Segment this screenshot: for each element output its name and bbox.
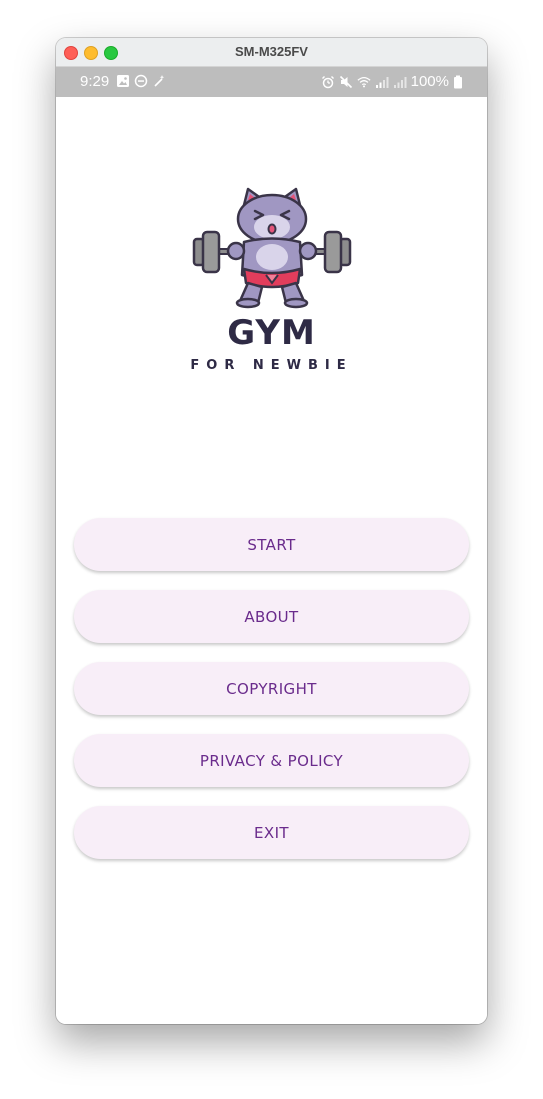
copyright-button[interactable]: COPYRIGHT — [74, 662, 469, 715]
brand-subtitle: FOR NEWBIE — [190, 358, 353, 373]
alarm-icon — [321, 75, 334, 88]
window-titlebar: SM-M325FV — [56, 38, 487, 67]
mute-icon — [339, 75, 352, 88]
gym-cat-logo-icon — [192, 187, 352, 309]
signal-icon — [375, 76, 389, 88]
privacy-policy-button[interactable]: PRIVACY & POLICY — [74, 734, 469, 787]
image-icon — [117, 75, 129, 87]
status-left-icons — [116, 74, 166, 88]
exit-button[interactable]: EXIT — [74, 806, 469, 859]
status-right-icons: 100% — [321, 73, 463, 90]
about-button[interactable]: ABOUT — [74, 590, 469, 643]
window-title: SM-M325FV — [235, 44, 308, 59]
device-window: SM-M325FV 9:29 100% GYM FOR NEWBIE START… — [56, 38, 487, 1024]
status-time: 9:29 — [80, 73, 110, 90]
battery-icon — [454, 75, 462, 88]
android-status-bar: 9:29 100% — [56, 67, 487, 97]
brand-title: GYM — [227, 313, 316, 353]
dnd-icon — [134, 74, 148, 88]
wifi-icon — [357, 76, 371, 87]
app-content: GYM FOR NEWBIE START ABOUT COPYRIGHT PRI… — [56, 97, 487, 1024]
signal-icon — [393, 76, 407, 88]
battery-percentage: 100% — [410, 73, 449, 90]
start-button[interactable]: START — [74, 518, 469, 571]
magic-wand-icon — [154, 75, 165, 87]
